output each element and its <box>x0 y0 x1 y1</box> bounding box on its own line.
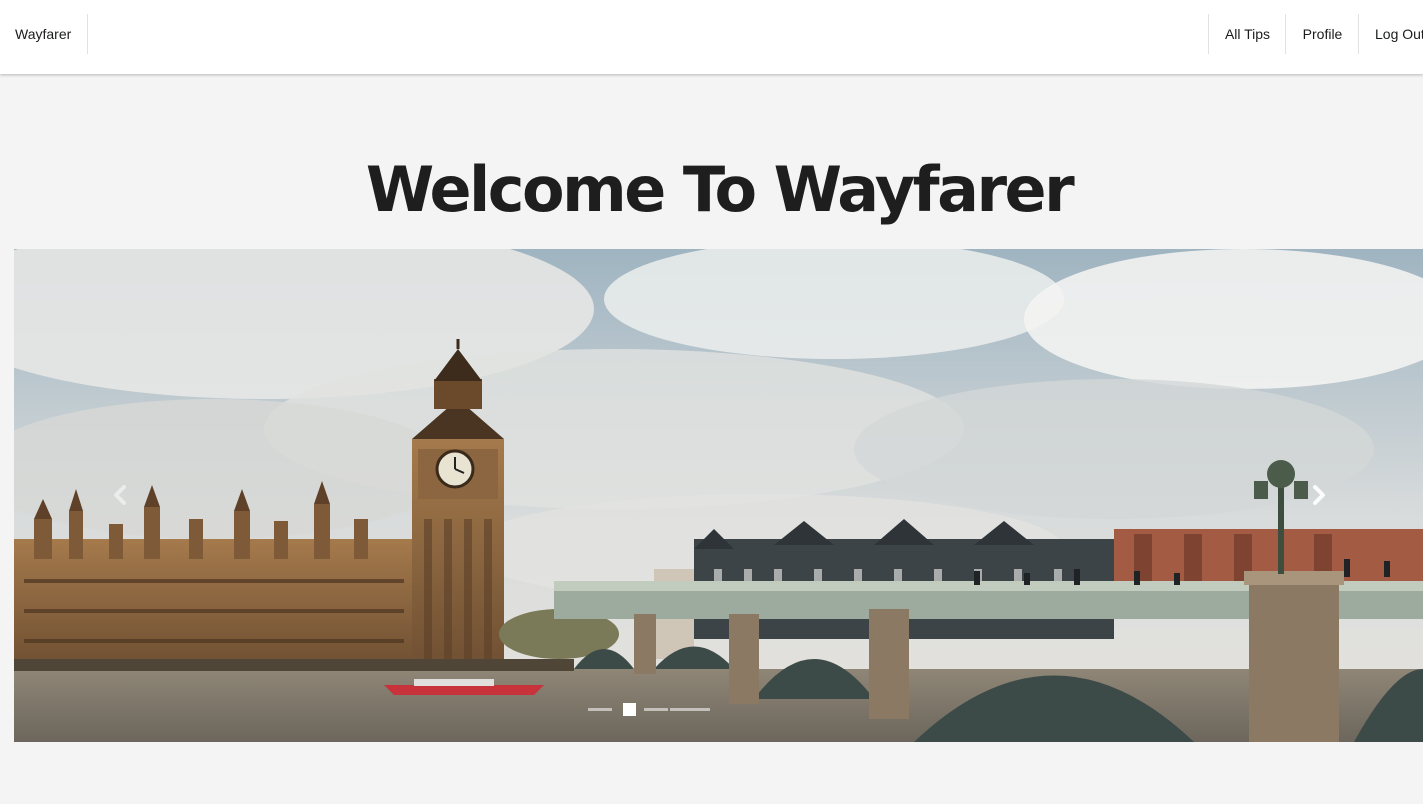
carousel-indicators <box>586 700 716 722</box>
carousel-indicator-4[interactable] <box>670 708 694 711</box>
top-navbar: Wayfarer All Tips Profile Log Out <box>0 0 1423 74</box>
brand-link[interactable]: Wayfarer <box>0 14 88 54</box>
carousel-indicator-3[interactable] <box>644 708 668 711</box>
image-carousel <box>14 249 1423 742</box>
nav-log-out-link[interactable]: Log Out <box>1358 14 1423 54</box>
page-title: Welcome To Wayfarer <box>365 153 1075 226</box>
carousel-indicator-1[interactable] <box>588 708 612 711</box>
carousel-indicator-5[interactable] <box>694 708 710 711</box>
carousel-slide-image <box>14 249 1423 742</box>
carousel-indicator-2[interactable] <box>623 703 636 716</box>
carousel-next-icon[interactable] <box>1303 480 1333 510</box>
nav-all-tips-link[interactable]: All Tips <box>1208 14 1286 54</box>
carousel-prev-icon[interactable] <box>106 480 136 510</box>
nav-profile-link[interactable]: Profile <box>1285 14 1359 54</box>
